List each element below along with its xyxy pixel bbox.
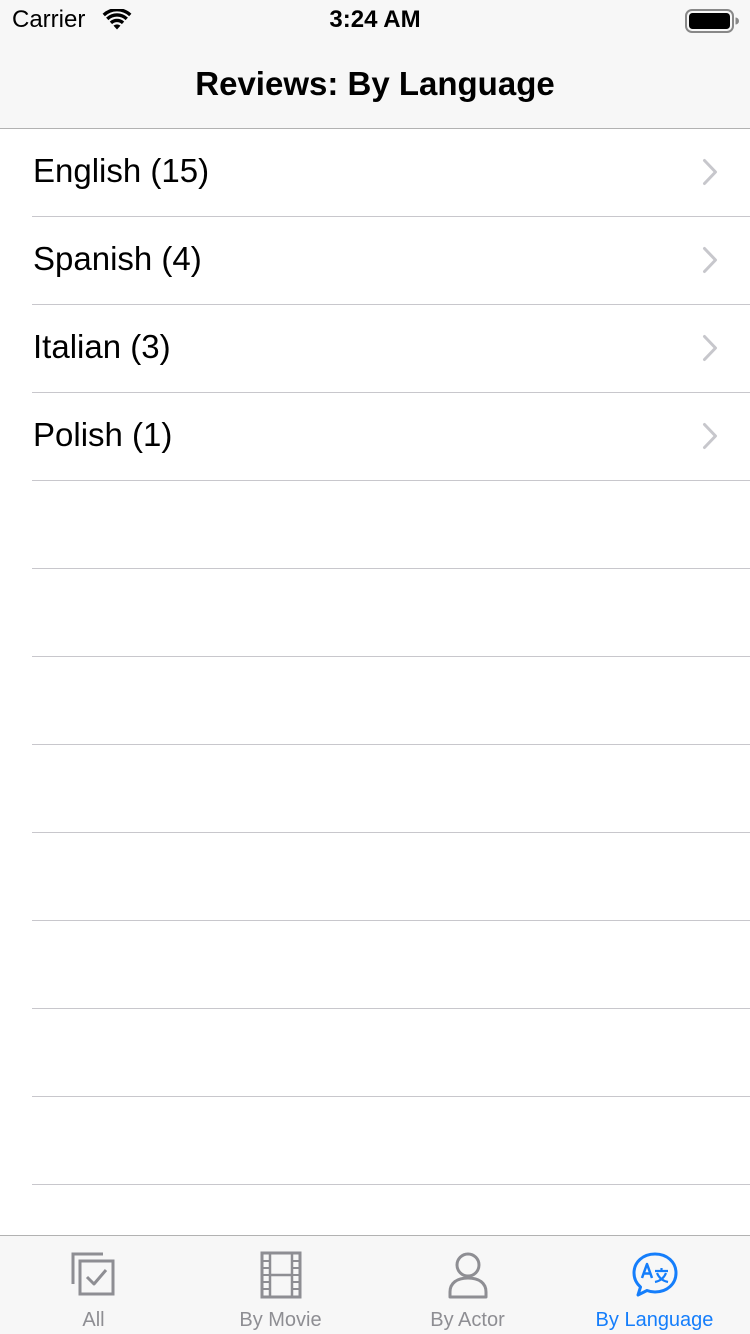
battery-icon [685,9,739,33]
tab-bar: All By Movie By Actor By Language [0,1235,750,1334]
row-label: Spanish (4) [33,240,202,277]
empty-row [32,1097,750,1185]
top-chrome: Carrier 3:24 AM Reviews: By Language [0,0,750,129]
empty-row [32,921,750,1009]
empty-row [32,657,750,745]
row-label: English (15) [33,152,210,189]
row-label: Italian (3) [33,328,171,365]
navigation-bar: Reviews: By Language [0,40,750,128]
checkbox-stack-icon [71,1252,114,1296]
empty-row [32,1185,750,1235]
chevron-right-icon [703,423,717,449]
empty-row [32,1009,750,1097]
tab-by-movie[interactable]: By Movie [187,1236,374,1334]
tab-by-language[interactable]: By Language [561,1236,748,1334]
table-row-spanish[interactable]: Spanish (4) [32,217,750,305]
empty-row [32,569,750,657]
status-bar: Carrier 3:24 AM [0,0,750,40]
translate-bubble-icon [632,1252,677,1297]
tab-by-actor[interactable]: By Actor [374,1236,561,1334]
tab-label: By Language [595,1309,714,1331]
table-row-english[interactable]: English (15) [32,129,750,217]
empty-row [32,481,750,569]
chevron-right-icon [703,159,717,185]
chevron-right-icon [703,247,717,273]
tab-all[interactable]: All [0,1236,187,1334]
table-row-italian[interactable]: Italian (3) [32,305,750,393]
film-strip-icon [260,1251,301,1299]
tab-label: By Movie [239,1309,322,1331]
empty-row [32,833,750,921]
page-title: Reviews: By Language [195,65,555,102]
screen: Carrier 3:24 AM Reviews: By Language Eng… [0,0,750,1334]
tab-label: All [82,1309,105,1331]
chevron-right-icon [703,335,717,361]
language-table[interactable]: English (15) Spanish (4) Italian (3) Pol… [0,129,750,1235]
table-row-polish[interactable]: Polish (1) [32,393,750,481]
person-icon [448,1252,487,1299]
empty-row [32,745,750,833]
row-label: Polish (1) [33,416,173,453]
tab-label: By Actor [430,1309,505,1331]
status-time: 3:24 AM [329,6,421,33]
